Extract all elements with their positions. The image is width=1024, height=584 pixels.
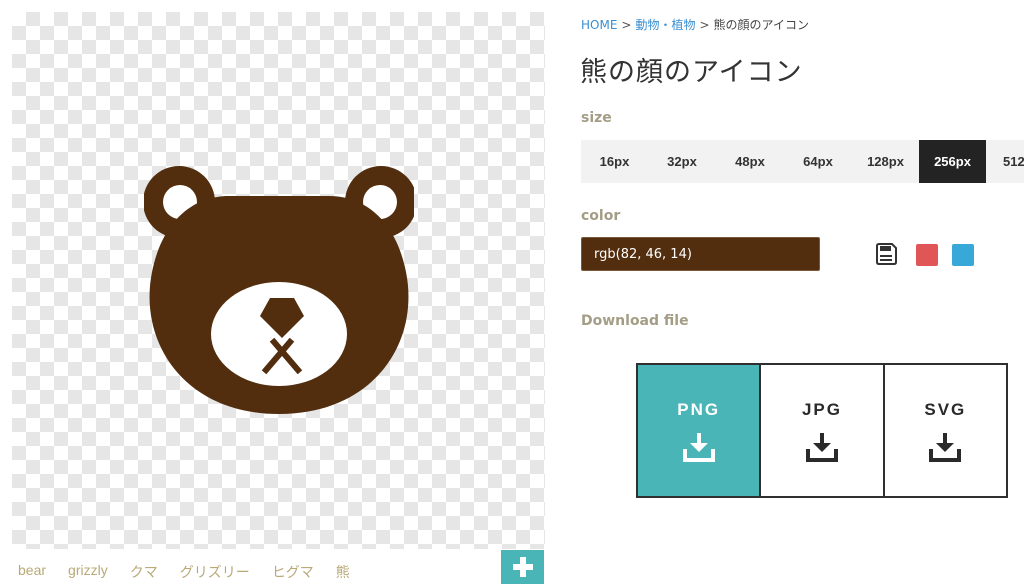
download-format-label: JPG: [801, 399, 842, 419]
tag-link[interactable]: bear: [18, 562, 46, 582]
color-label: color: [581, 208, 621, 224]
download-format-label: PNG: [677, 399, 721, 419]
size-option-48[interactable]: 48px: [716, 140, 784, 183]
tag-link[interactable]: grizzly: [68, 562, 108, 582]
color-input[interactable]: rgb(82, 46, 14): [581, 237, 820, 271]
download-icon: [682, 432, 715, 462]
size-option-32[interactable]: 32px: [648, 140, 716, 183]
size-option-256[interactable]: 256px: [919, 140, 986, 183]
breadcrumb-home[interactable]: HOME: [581, 18, 617, 32]
tag-list: bear grizzly クマ グリズリー ヒグマ 熊: [18, 562, 350, 582]
breadcrumb-separator: >: [621, 18, 632, 32]
download-icon: [805, 432, 838, 462]
breadcrumb: HOME > 動物・植物 > 熊の顔のアイコン: [581, 16, 809, 33]
tag-link[interactable]: 熊: [336, 562, 350, 582]
page-title: 熊の顔のアイコン: [580, 57, 803, 88]
swatch-blue[interactable]: [952, 244, 974, 266]
size-selector: 16px 32px 48px 64px 128px 256px 512: [581, 140, 1024, 183]
size-option-128[interactable]: 128px: [852, 140, 919, 183]
download-format-label: SVG: [924, 399, 967, 419]
swatch-red[interactable]: [916, 244, 938, 266]
tag-link[interactable]: ヒグマ: [272, 562, 314, 582]
plus-icon: [512, 557, 533, 577]
bear-face-icon: [144, 166, 414, 414]
download-png-button[interactable]: PNG: [638, 365, 762, 496]
download-jpg-button[interactable]: JPG: [761, 365, 885, 496]
download-icon: [929, 432, 962, 462]
breadcrumb-current: 熊の顔のアイコン: [713, 18, 809, 32]
breadcrumb-category[interactable]: 動物・植物: [635, 18, 695, 32]
tag-link[interactable]: グリズリー: [180, 562, 250, 582]
download-svg-button[interactable]: SVG: [884, 365, 1006, 496]
size-option-64[interactable]: 64px: [784, 140, 852, 183]
breadcrumb-separator: >: [699, 18, 710, 32]
download-label: Download file: [581, 313, 689, 329]
icon-preview: [12, 12, 545, 549]
size-option-512[interactable]: 512: [986, 140, 1024, 183]
save-icon[interactable]: [875, 243, 897, 265]
add-button[interactable]: [501, 550, 544, 584]
tag-link[interactable]: クマ: [130, 562, 158, 582]
size-label: size: [581, 110, 612, 126]
size-option-16[interactable]: 16px: [581, 140, 648, 183]
download-buttons: PNG JPG SVG: [636, 363, 1008, 498]
